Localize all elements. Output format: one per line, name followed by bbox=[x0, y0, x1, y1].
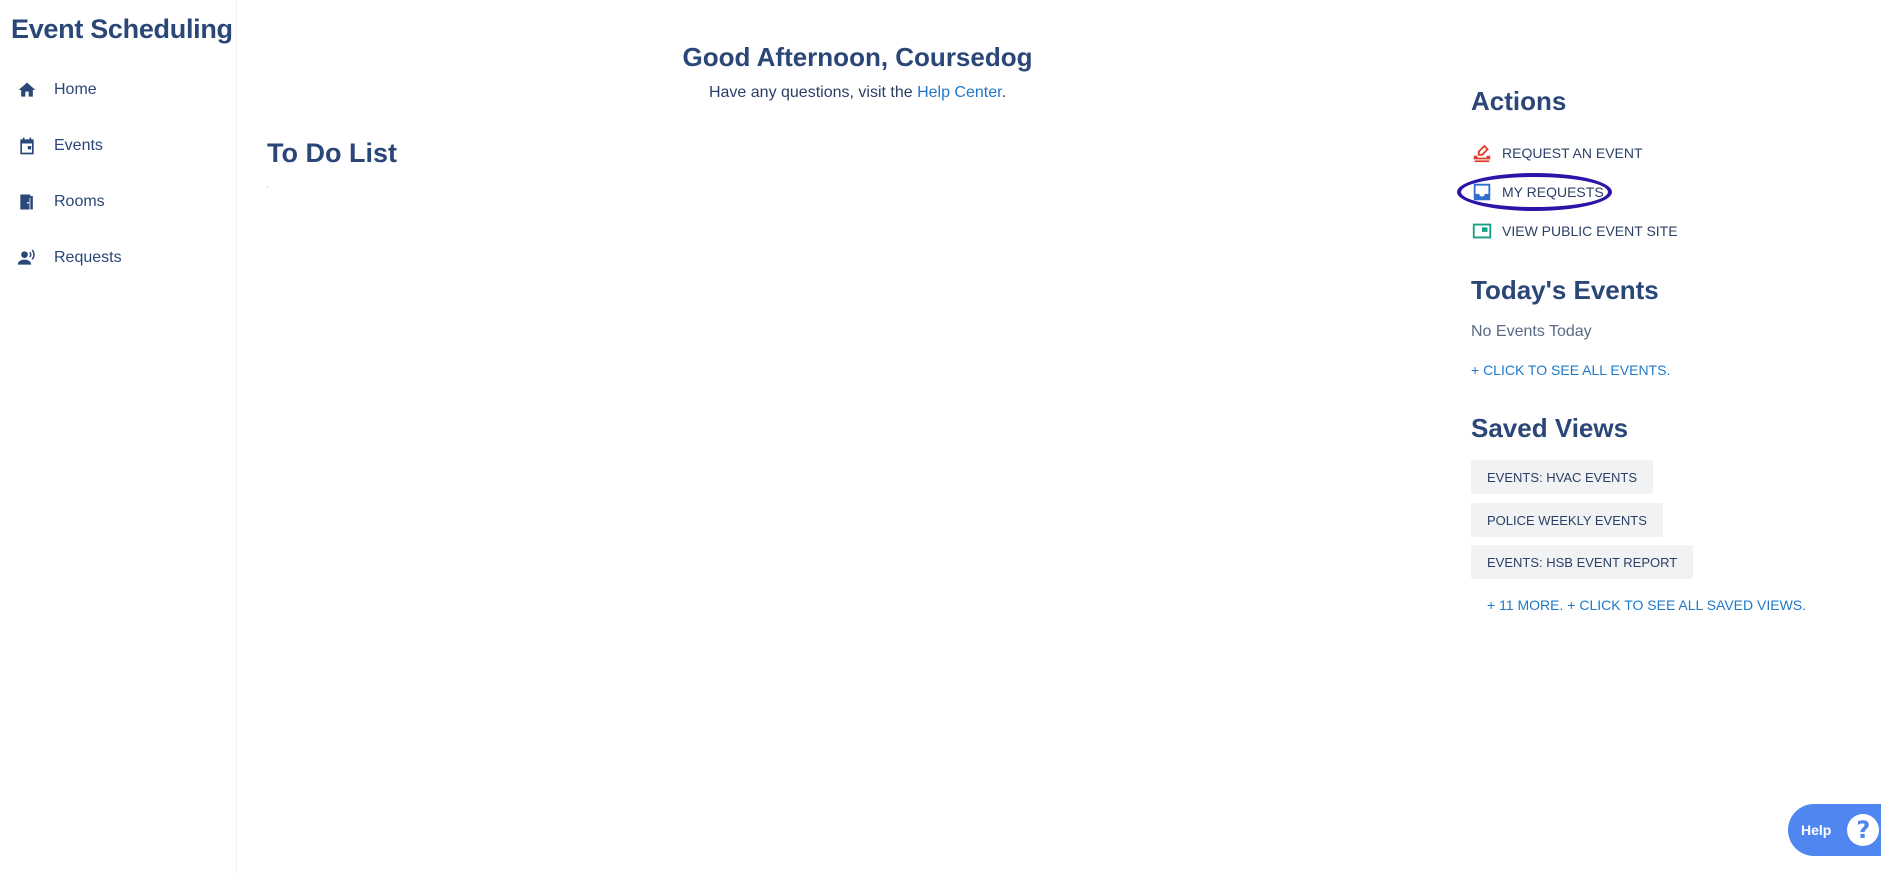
todo-list-empty bbox=[267, 186, 268, 188]
saved-view-chip[interactable]: POLICE WEEKLY EVENTS bbox=[1471, 503, 1663, 537]
sidebar-item-label: Events bbox=[54, 137, 103, 154]
sidebar-item-rooms[interactable]: Rooms bbox=[16, 182, 105, 222]
help-center-link[interactable]: Help Center bbox=[917, 84, 1002, 101]
sidebar-item-label: Rooms bbox=[54, 193, 105, 210]
saved-view-chip[interactable]: EVENTS: HVAC EVENTS bbox=[1471, 460, 1654, 494]
action-label: VIEW PUBLIC EVENT SITE bbox=[1502, 223, 1678, 239]
request-event-action[interactable]: REQUEST AN EVENT bbox=[1471, 140, 1643, 166]
request-event-icon bbox=[1471, 142, 1493, 164]
sidebar-item-events[interactable]: Events bbox=[16, 126, 103, 166]
public-site-icon bbox=[1471, 220, 1493, 242]
sidebar: Event Scheduling Home Events Rooms Reque… bbox=[0, 0, 237, 874]
todays-events-title: Today's Events bbox=[1471, 275, 1659, 305]
sidebar-item-home[interactable]: Home bbox=[16, 70, 97, 110]
greeting-heading: Good Afternoon, Coursedog bbox=[682, 42, 1033, 72]
sidebar-item-requests[interactable]: Requests bbox=[16, 238, 122, 278]
person-voice-icon bbox=[16, 247, 38, 269]
action-label: MY REQUESTS bbox=[1502, 184, 1604, 200]
help-label: Help bbox=[1801, 822, 1832, 838]
sidebar-item-label: Requests bbox=[54, 249, 122, 266]
door-icon bbox=[16, 191, 38, 213]
question-icon: ? bbox=[1847, 814, 1880, 846]
saved-view-chip[interactable]: EVENTS: HSB EVENT REPORT bbox=[1471, 545, 1694, 579]
no-events-text: No Events Today bbox=[1471, 323, 1592, 340]
my-requests-action[interactable]: MY REQUESTS bbox=[1471, 179, 1604, 205]
action-label: REQUEST AN EVENT bbox=[1502, 145, 1643, 161]
actions-title: Actions bbox=[1471, 86, 1567, 116]
home-icon bbox=[16, 79, 38, 101]
subtext-prefix: Have any questions, visit the bbox=[708, 84, 918, 101]
calendar-icon bbox=[16, 135, 38, 157]
sidebar-item-label: Home bbox=[54, 81, 97, 98]
see-all-saved-views-link[interactable]: + 11 MORE. + CLICK TO SEE ALL SAVED VIEW… bbox=[1487, 597, 1806, 613]
app-title: Event Scheduling bbox=[11, 14, 233, 44]
todo-list-title: To Do List bbox=[267, 138, 397, 168]
view-public-site-action[interactable]: VIEW PUBLIC EVENT SITE bbox=[1471, 218, 1678, 244]
help-subtext: Have any questions, visit the Help Cente… bbox=[500, 84, 1215, 102]
inbox-icon bbox=[1471, 181, 1493, 203]
see-all-events-link[interactable]: + CLICK TO SEE ALL EVENTS. bbox=[1471, 362, 1670, 378]
saved-views-title: Saved Views bbox=[1471, 413, 1629, 443]
help-widget-button[interactable]: Help ? bbox=[1788, 804, 1881, 856]
subtext-suffix: . bbox=[1001, 84, 1007, 101]
